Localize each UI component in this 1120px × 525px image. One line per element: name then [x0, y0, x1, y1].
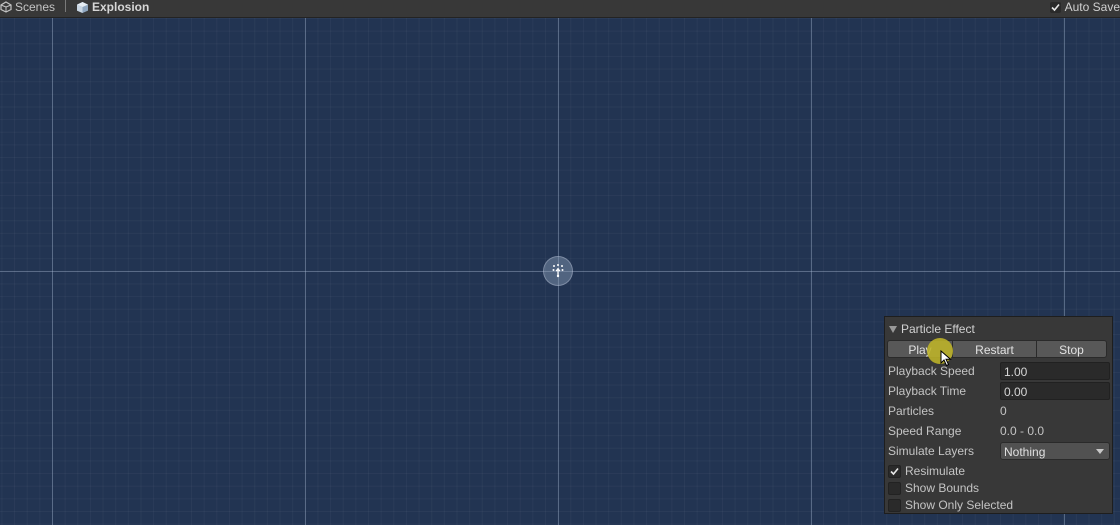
speed-range-row: Speed Range 0.0 - 0.0	[888, 422, 1110, 440]
simulate-layers-row: Simulate Layers Nothing	[888, 442, 1110, 460]
auto-save-label: Auto Save	[1064, 0, 1120, 14]
checkmark-icon	[1051, 3, 1060, 11]
simulate-layers-label: Simulate Layers	[888, 444, 975, 458]
show-only-selected-label: Show Only Selected	[905, 498, 1014, 512]
breadcrumb-separator	[65, 0, 66, 12]
panel-header[interactable]: Particle Effect	[889, 322, 975, 336]
breadcrumb-scenes-label: Scenes	[15, 0, 56, 14]
show-only-selected-toggle[interactable]: Show Only Selected	[888, 497, 1013, 513]
stop-button[interactable]: Stop	[1037, 340, 1107, 358]
simulate-layers-value: Nothing	[1004, 445, 1046, 459]
restart-button[interactable]: Restart	[953, 340, 1037, 358]
playback-time-row: Playback Time 0.00	[888, 382, 1110, 400]
resimulate-checkbox[interactable]	[888, 464, 901, 478]
show-bounds-toggle[interactable]: Show Bounds	[888, 480, 979, 496]
breadcrumb-prefab-label: Explosion	[92, 0, 150, 14]
breadcrumb-prefab[interactable]: Explosion	[76, 0, 149, 14]
playback-button-row: Play Restart Stop	[887, 340, 1107, 358]
foldout-triangle-icon[interactable]	[889, 325, 897, 333]
simulate-layers-dropdown[interactable]: Nothing	[1000, 442, 1110, 460]
show-bounds-label: Show Bounds	[905, 481, 980, 495]
dropdown-arrow-icon	[1096, 449, 1104, 454]
speed-range-value: 0.0 - 0.0	[1000, 424, 1045, 438]
prefab-cube-icon	[77, 1, 88, 13]
show-bounds-checkbox[interactable]	[888, 481, 901, 495]
particles-row: Particles 0	[888, 402, 1110, 420]
breadcrumb-scenes[interactable]: Scenes	[0, 0, 55, 14]
resimulate-toggle[interactable]: Resimulate	[888, 463, 965, 479]
particle-system-icon	[552, 264, 564, 278]
checkmark-icon	[890, 467, 899, 475]
speed-range-label: Speed Range	[888, 424, 962, 438]
particle-effect-panel: Particle Effect Play Restart Stop Playba…	[884, 316, 1113, 514]
particles-label: Particles	[888, 404, 935, 418]
auto-save-checkbox[interactable]	[1049, 1, 1061, 13]
playback-speed-label: Playback Speed	[888, 364, 975, 378]
unity-logo-icon	[0, 1, 12, 13]
playback-time-label: Playback Time	[888, 384, 967, 398]
particles-value: 0	[1000, 404, 1007, 418]
particle-system-gizmo[interactable]	[543, 256, 573, 286]
playback-speed-row: Playback Speed 1.00	[888, 362, 1110, 380]
resimulate-label: Resimulate	[905, 464, 966, 478]
show-only-selected-checkbox[interactable]	[888, 498, 901, 512]
auto-save-toggle[interactable]: Auto Save	[1049, 0, 1120, 14]
scene-breadcrumb-bar: Scenes Explosion Auto Save	[0, 0, 1120, 18]
panel-title: Particle Effect	[901, 322, 975, 336]
playback-time-field[interactable]: 0.00	[1000, 382, 1110, 400]
mouse-pointer-icon	[940, 350, 952, 367]
playback-speed-field[interactable]: 1.00	[1000, 362, 1110, 380]
